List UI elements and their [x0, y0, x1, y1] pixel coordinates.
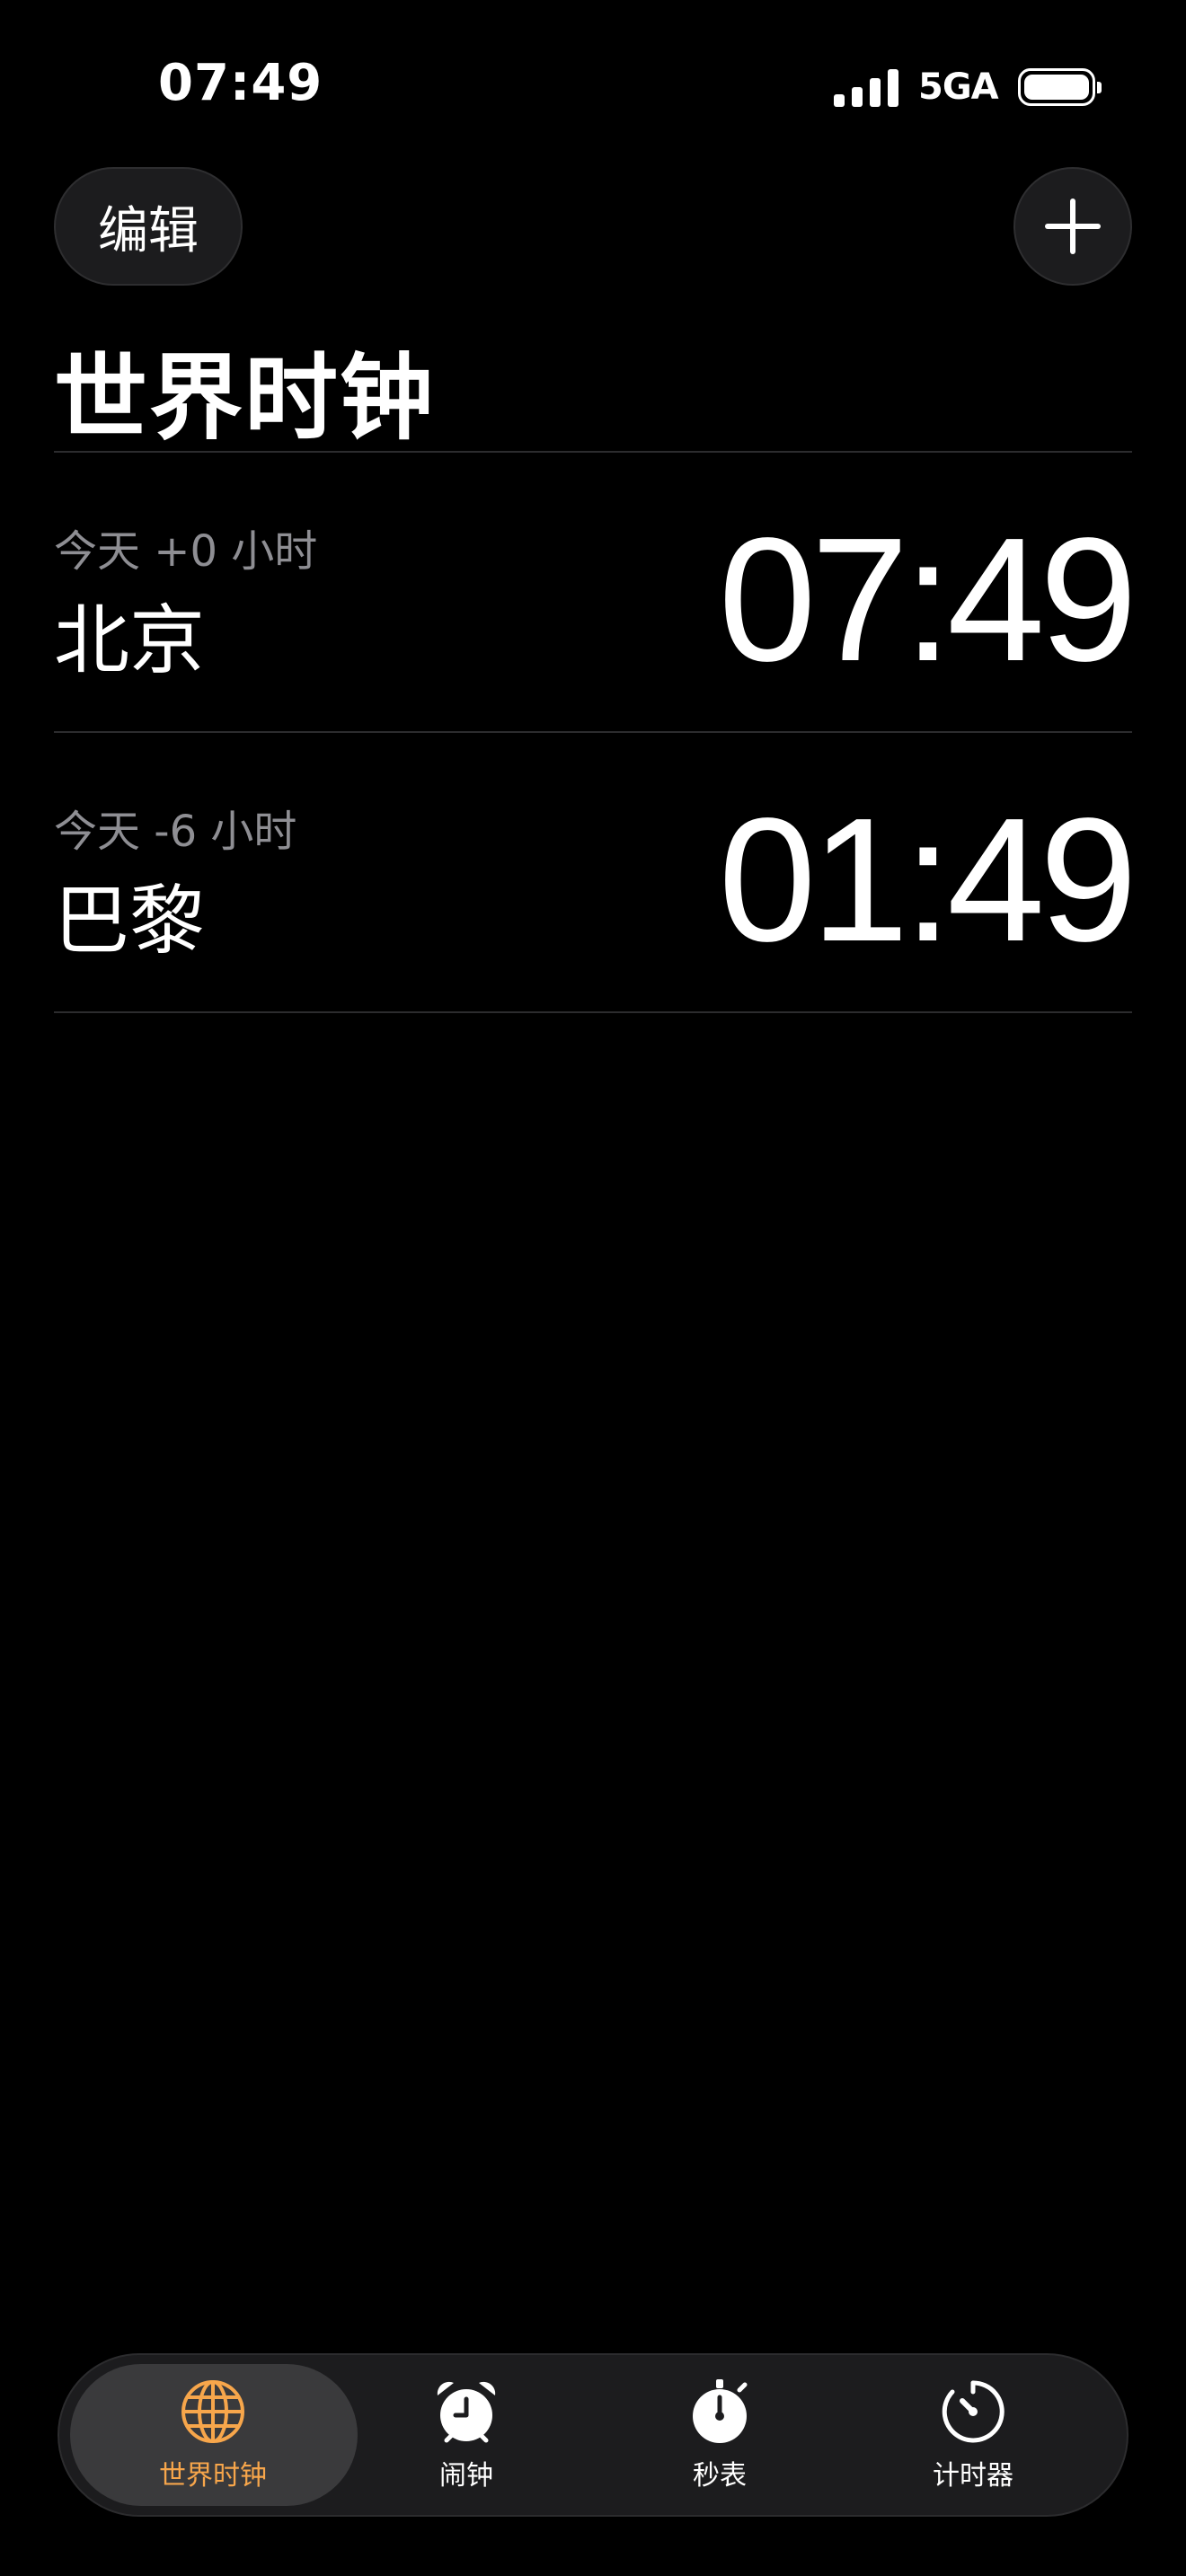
- clock-row-beijing[interactable]: 今天 +0 小时 北京 07:49: [54, 453, 1137, 731]
- tab-alarm[interactable]: 闹钟: [340, 2355, 593, 2515]
- world-clock-screen: 07:49 5GA 编辑 世界时钟 今天 +0 小时 北京 07:49 今天 -…: [0, 0, 1186, 2576]
- stopwatch-icon: [693, 2379, 748, 2443]
- clock-row-paris[interactable]: 今天 -6 小时 巴黎 01:49: [54, 733, 1137, 1011]
- tab-label: 闹钟: [439, 2460, 493, 2492]
- status-indicators: 5GA: [834, 65, 1102, 110]
- battery-icon: [1017, 68, 1102, 106]
- timer-icon: [942, 2380, 1005, 2443]
- tab-timer[interactable]: 计时器: [846, 2355, 1100, 2515]
- clock-time: 01:49: [718, 781, 1137, 978]
- page-title: 世界时钟: [54, 343, 436, 453]
- tab-bar: 世界时钟 闹钟 秒表 计时器: [58, 2353, 1128, 2517]
- network-type: 5GA: [918, 66, 999, 108]
- status-time: 07:49: [158, 54, 323, 112]
- plus-icon: [1045, 198, 1101, 254]
- cellular-signal-icon: [834, 67, 898, 107]
- clock-city: 巴黎: [54, 877, 206, 965]
- clock-city: 北京: [54, 596, 206, 684]
- tab-world-clock[interactable]: 世界时钟: [86, 2355, 340, 2515]
- tab-stopwatch[interactable]: 秒表: [593, 2355, 846, 2515]
- tab-label: 秒表: [693, 2460, 747, 2492]
- add-button[interactable]: [1013, 167, 1132, 286]
- globe-icon: [181, 2380, 244, 2443]
- clock-time: 07:49: [718, 501, 1137, 698]
- tab-label: 世界时钟: [159, 2460, 267, 2492]
- clock-offset: 今天 +0 小时: [54, 526, 318, 577]
- alarm-clock-icon: [437, 2381, 496, 2443]
- clock-offset: 今天 -6 小时: [54, 807, 297, 857]
- tab-label: 计时器: [933, 2460, 1013, 2492]
- divider: [54, 1011, 1132, 1013]
- edit-button[interactable]: 编辑: [54, 167, 243, 286]
